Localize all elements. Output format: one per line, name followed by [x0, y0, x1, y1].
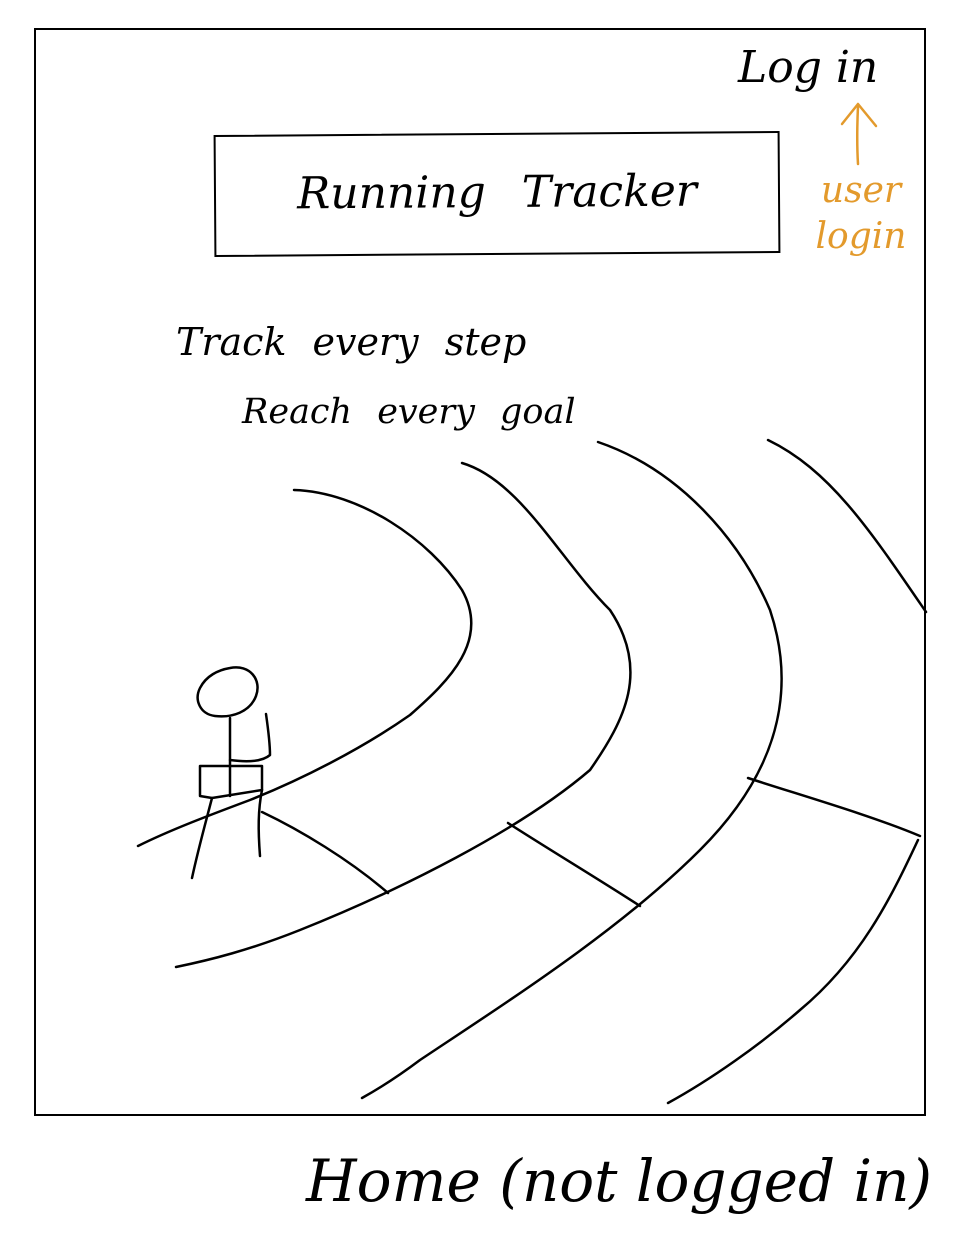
runner-arm — [228, 712, 272, 763]
runner-leg-right — [257, 788, 264, 858]
running-track-icon — [136, 438, 928, 1105]
runner-leg-left — [190, 796, 214, 880]
runner-head — [196, 666, 259, 718]
stick-figure-runner-icon — [190, 666, 272, 880]
track-cross-line-1 — [260, 810, 390, 895]
track-lane-line-1 — [136, 488, 473, 848]
track-lane-line-5 — [666, 838, 920, 1105]
track-lane-line-3 — [360, 440, 783, 1100]
track-lane-line-4 — [766, 438, 928, 614]
page-caption: Home (not logged in) — [306, 1147, 933, 1215]
track-cross-line-2 — [506, 821, 642, 908]
track-cross-line-3 — [746, 776, 922, 838]
track-lane-line-2 — [174, 461, 632, 969]
